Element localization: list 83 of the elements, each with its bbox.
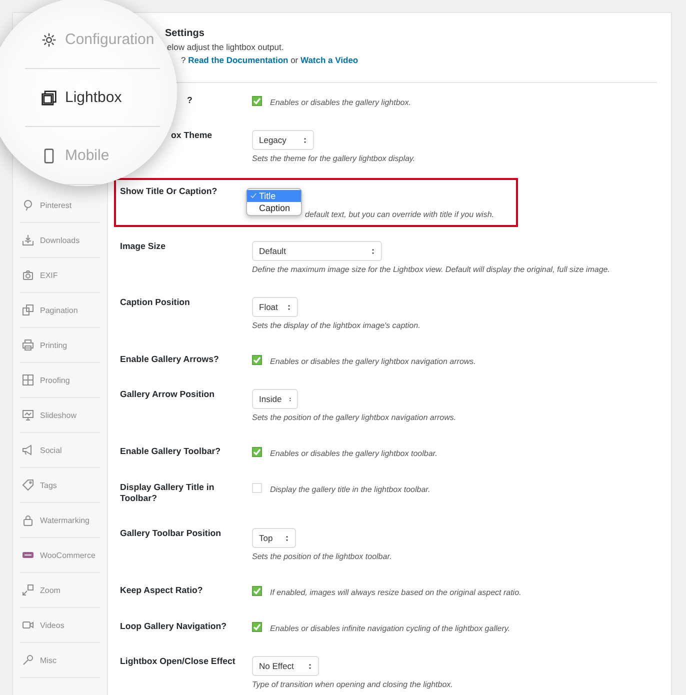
link[interactable]: Read the Documentation bbox=[188, 55, 288, 65]
sidebar-item[interactable]: Printing bbox=[20, 328, 100, 363]
menu-item[interactable]: Mobile bbox=[25, 127, 160, 185]
caret-icon bbox=[284, 534, 290, 542]
sidebar-item[interactable]: EXIF bbox=[20, 258, 100, 293]
setting-description: Enables or disables the gallery lightbox navigation arrows. bbox=[270, 356, 476, 366]
store-badge-icon bbox=[22, 549, 34, 561]
dropdown-option[interactable]: Caption bbox=[247, 202, 301, 214]
sidebar-item[interactable]: Zoom bbox=[20, 573, 100, 608]
caret-icon bbox=[286, 302, 292, 312]
checkbox[interactable] bbox=[252, 354, 262, 364]
select-field[interactable]: Inside bbox=[252, 389, 298, 409]
setting-description: Enables or disables the gallery lightbox toolbar. bbox=[270, 448, 438, 458]
sidebar-item[interactable]: Pinterest bbox=[20, 188, 100, 223]
tag-icon bbox=[22, 479, 34, 491]
setting-description: If enabled, images will always resize based on the original aspect ratio. bbox=[270, 588, 522, 598]
checkbox[interactable] bbox=[252, 96, 262, 106]
setting-description: Sets the position of the lightbox toolbar. bbox=[252, 552, 393, 562]
section-title: Settings bbox=[164, 28, 206, 40]
setting-label: Gallery Toolbar Position bbox=[120, 528, 222, 540]
setting-description: Sets the position of the gallery lightbox navigation arrows. bbox=[252, 413, 458, 423]
grid-icon bbox=[22, 374, 34, 386]
menu-item[interactable]: Lightbox bbox=[25, 69, 160, 127]
caret-icon bbox=[307, 662, 313, 670]
setting-description: Type of transition when opening and closing the lightbox. bbox=[252, 680, 454, 690]
check-icon bbox=[250, 192, 257, 199]
setting-label: ? bbox=[186, 95, 194, 106]
select-field[interactable]: Legacy bbox=[252, 130, 314, 150]
link[interactable]: Watch a Video bbox=[300, 55, 358, 65]
sidebar-item[interactable]: Tags bbox=[20, 468, 100, 503]
setting-description: Display the gallery title in the lightbox toolbar. bbox=[270, 484, 430, 494]
select-field[interactable]: Float bbox=[252, 297, 298, 317]
lock-icon bbox=[22, 514, 34, 526]
sidebar-item[interactable]: Videos bbox=[20, 608, 100, 643]
checkbox[interactable] bbox=[252, 446, 262, 456]
setting-label: Enable Gallery Toolbar? bbox=[120, 446, 222, 457]
setting-description: default text, but you can override with title if you wish. bbox=[305, 210, 495, 220]
setting-label: Image Size bbox=[120, 241, 166, 253]
wrench-icon bbox=[22, 654, 34, 666]
printer-icon bbox=[22, 339, 34, 351]
select-field[interactable]: No Effect bbox=[252, 656, 319, 676]
setting-label: Lightbox Open/Close Effect bbox=[120, 656, 236, 668]
expand-icon bbox=[22, 584, 34, 596]
caret-icon bbox=[370, 246, 376, 256]
checkbox[interactable] bbox=[252, 586, 262, 596]
sidebar-item[interactable]: Social bbox=[20, 433, 100, 468]
setting-description: Sets the display of the lightbox image's caption. bbox=[252, 321, 422, 331]
caret-icon bbox=[288, 394, 292, 404]
pin-icon bbox=[22, 199, 34, 211]
sidebar-item[interactable]: Misc bbox=[20, 643, 100, 678]
setting-label: ox Theme bbox=[170, 130, 214, 142]
pages-icon bbox=[22, 304, 34, 316]
sidebar-item[interactable]: Watermarking bbox=[20, 503, 100, 538]
setting-label: Keep Aspect Ratio? bbox=[120, 585, 204, 596]
menu-item[interactable]: Configuration bbox=[25, 11, 160, 69]
checkbox[interactable] bbox=[252, 622, 262, 632]
setting-description: Enables or disables infinite navigation cycling of the lightbox gallery. bbox=[270, 624, 510, 634]
sidebar-item[interactable]: Pagination bbox=[20, 293, 100, 328]
setting-description: Sets the theme for the gallery lightbox display. bbox=[252, 154, 416, 164]
megaphone-icon bbox=[22, 444, 34, 456]
sidebar-item[interactable]: WooCommerce bbox=[20, 538, 100, 573]
caret-icon bbox=[302, 136, 308, 144]
tray-icon bbox=[22, 234, 34, 246]
screen-icon bbox=[22, 409, 34, 421]
sidebar-item[interactable]: Slideshow bbox=[20, 398, 100, 433]
setting-description: Enables or disables the gallery lightbox. bbox=[270, 98, 411, 108]
setting-label: Caption Position bbox=[120, 297, 191, 309]
setting-label: Display Gallery Title in Toolbar? bbox=[120, 482, 216, 504]
gear-icon bbox=[41, 32, 57, 48]
setting-label: Loop Gallery Navigation? bbox=[120, 621, 228, 632]
setting-label: Show Title Or Caption? bbox=[120, 186, 218, 198]
select-field[interactable]: Default bbox=[252, 241, 382, 261]
dropdown-option[interactable]: Title bbox=[247, 190, 301, 202]
setting-label: Enable Gallery Arrows? bbox=[120, 354, 220, 365]
setting-label: Gallery Arrow Position bbox=[120, 389, 216, 401]
setting-description: Define the maximum image size for the Lightbox view. Default will display the original, full size image. bbox=[252, 265, 611, 275]
select-field[interactable]: Top bbox=[252, 528, 296, 548]
camera-icon bbox=[22, 269, 34, 281]
sidebar-item[interactable]: Proofing bbox=[20, 363, 100, 398]
section-description: elow adjust the lightbox output. bbox=[166, 41, 285, 54]
stacked-squares-icon bbox=[41, 90, 57, 106]
video-camera-icon bbox=[22, 619, 34, 631]
sidebar-item[interactable]: Downloads bbox=[20, 223, 100, 258]
